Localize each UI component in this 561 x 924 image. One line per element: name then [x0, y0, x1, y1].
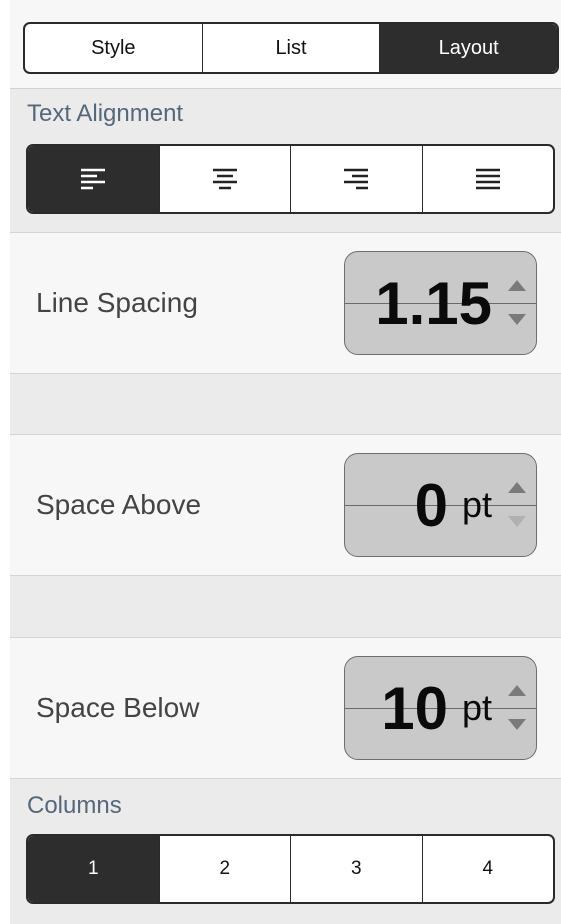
space-above-label: Space Above: [36, 489, 202, 520]
space-below-unit: pt: [461, 687, 492, 728]
decrement-arrow-icon[interactable]: [508, 719, 526, 730]
tab-layout[interactable]: Layout: [379, 24, 557, 72]
column-option-4[interactable]: 4: [421, 836, 554, 902]
columns-label: Columns: [27, 792, 122, 819]
space-above-row: Space Above 0 pt: [10, 434, 561, 576]
increment-arrow-icon[interactable]: [508, 280, 526, 291]
column-option-1[interactable]: 1: [28, 836, 159, 902]
align-center-button[interactable]: [158, 146, 291, 212]
space-above-unit: pt: [461, 484, 492, 525]
decrement-arrow-icon[interactable]: [508, 314, 526, 325]
space-below-value: 10: [381, 674, 448, 742]
space-above-value: 0: [414, 471, 448, 539]
space-above-value-wrap: 0 pt: [415, 454, 492, 556]
tab-style[interactable]: Style: [25, 24, 202, 72]
layout-panel: Style List Layout Text Alignment Line Sp…: [10, 0, 561, 924]
align-center-icon: [212, 168, 237, 190]
tab-bar-area: Style List Layout: [10, 0, 561, 89]
tab-list[interactable]: List: [201, 24, 380, 72]
increment-arrow-icon[interactable]: [508, 685, 526, 696]
line-spacing-row: Line Spacing 1.15: [10, 232, 561, 374]
columns-control: 1 2 3 4: [26, 834, 555, 904]
line-spacing-stepper[interactable]: 1.15: [344, 251, 537, 355]
line-spacing-value: 1.15: [375, 269, 492, 337]
increment-arrow-icon[interactable]: [508, 482, 526, 493]
column-option-2[interactable]: 2: [158, 836, 291, 902]
space-below-stepper[interactable]: 10 pt: [344, 656, 537, 760]
align-justify-icon: [475, 168, 500, 190]
text-alignment-label: Text Alignment: [27, 100, 184, 127]
space-below-value-wrap: 10 pt: [381, 657, 492, 759]
space-above-stepper[interactable]: 0 pt: [344, 453, 537, 557]
align-justify-button[interactable]: [421, 146, 554, 212]
line-spacing-label: Line Spacing: [36, 287, 198, 318]
line-spacing-value-wrap: 1.15: [375, 252, 492, 354]
align-left-icon: [81, 168, 106, 190]
decrement-arrow-icon[interactable]: [508, 516, 526, 527]
align-right-button[interactable]: [290, 146, 422, 212]
align-left-button[interactable]: [28, 146, 159, 212]
space-below-row: Space Below 10 pt: [10, 637, 561, 779]
column-option-3[interactable]: 3: [290, 836, 422, 902]
text-alignment-control: [26, 144, 555, 214]
format-tabs: Style List Layout: [23, 22, 559, 74]
align-right-icon: [344, 168, 369, 190]
space-below-label: Space Below: [36, 692, 200, 723]
